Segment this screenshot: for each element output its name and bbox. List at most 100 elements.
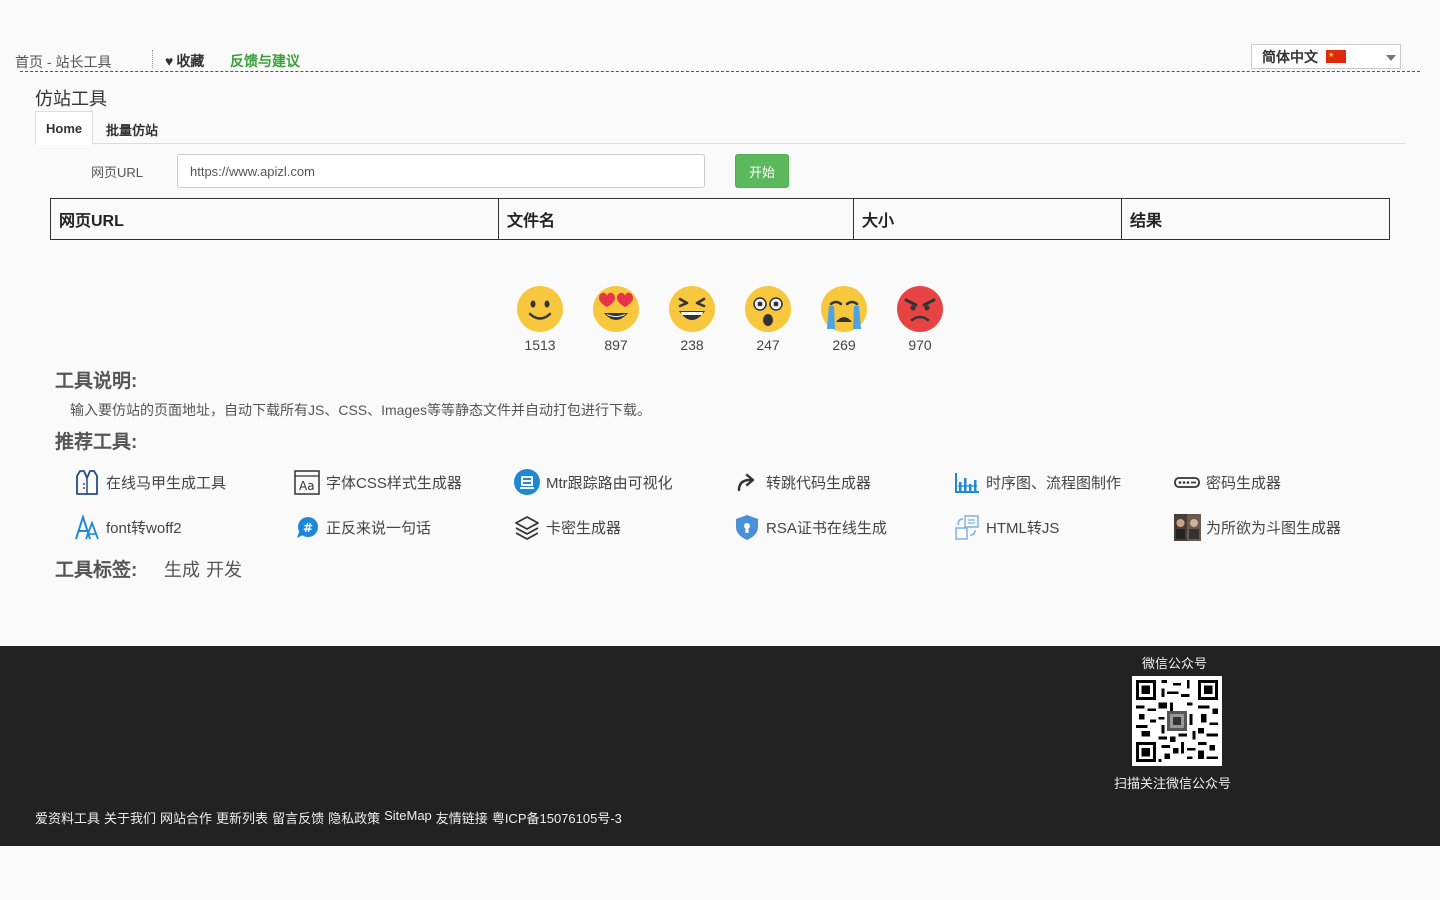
url-label: 网页URL (91, 165, 144, 180)
chat-hash-icon: # (297, 517, 318, 538)
footer-link[interactable]: 更新列表 (216, 808, 268, 827)
reaction-angry[interactable]: 970 (896, 285, 944, 353)
surprised-emoji-icon (745, 286, 791, 332)
breadcrumb[interactable]: 首页 - 站长工具 (15, 52, 111, 72)
laughing-emoji-icon (669, 286, 715, 332)
col-header-result: 结果 (1121, 198, 1390, 240)
tag-list: 生成 开发 (164, 556, 242, 582)
china-flag-icon (1326, 50, 1346, 63)
tag-item[interactable]: 生成 (164, 556, 200, 582)
tool-link-rsa[interactable]: RSA证书在线生成 (732, 511, 952, 543)
reaction-cry[interactable]: 269 (820, 285, 868, 353)
reaction-bar: 1513 897 238 247 269 970 (516, 285, 944, 353)
favorite-label: 收藏 (176, 53, 205, 69)
tool-link-reverse-sentence[interactable]: # 正反来说一句话 (292, 511, 512, 543)
tool-label: HTML转JS (986, 519, 1060, 537)
reaction-laugh[interactable]: 238 (668, 285, 716, 353)
footer-link[interactable]: 爱资料工具 (35, 808, 100, 827)
reaction-count: 970 (908, 337, 932, 353)
redirect-arrow-icon (737, 473, 755, 492)
tag-item[interactable]: 开发 (206, 556, 242, 582)
tool-label: 时序图、流程图制作 (986, 474, 1122, 492)
favorite-button[interactable]: ♥ 收藏 (165, 51, 204, 71)
tab-batch[interactable]: 批量仿站 (96, 111, 168, 144)
start-button[interactable]: 开始 (735, 154, 789, 188)
tool-label: 字体CSS样式生成器 (326, 474, 462, 492)
footer-links: 爱资料工具 关于我们 网站合作 更新列表 留言反馈 隐私政策 SiteMap 友… (35, 808, 622, 827)
tool-link-sequence[interactable]: 时序图、流程图制作 (952, 466, 1172, 498)
heart-icon: ♥ (165, 53, 174, 69)
col-header-url: 网页URL (50, 198, 499, 240)
chevron-down-icon (1386, 55, 1396, 61)
timeline-chart-icon (955, 473, 979, 493)
svg-text:#: # (303, 521, 313, 535)
font-a-icon (75, 513, 99, 540)
tool-link-meme[interactable]: 为所欲为斗图生成器 (1172, 511, 1392, 543)
crying-emoji-icon (821, 286, 867, 332)
tool-label: 为所欲为斗图生成器 (1206, 519, 1342, 537)
password-key-icon (1174, 477, 1200, 488)
tags-heading: 工具标签: (55, 560, 138, 581)
tool-label: Mtr跟踪路由可视化 (546, 474, 673, 492)
wechat-title: 微信公众号 (1142, 656, 1208, 671)
tool-label: 转跳代码生成器 (766, 474, 872, 492)
meme-photo-icon (1174, 514, 1201, 541)
tool-link-password[interactable]: 密码生成器 (1172, 466, 1392, 498)
convert-icon (955, 515, 979, 540)
feedback-link[interactable]: 反馈与建议 (230, 51, 300, 71)
smile-emoji-icon (517, 286, 563, 332)
tab-bar: Home 批量仿站 (35, 111, 1405, 145)
layers-icon (515, 516, 539, 540)
breadcrumb-separator (152, 50, 153, 68)
tool-link-woff2[interactable]: font转woff2 (72, 511, 292, 543)
route-icon (514, 469, 540, 495)
wechat-qr-code (1132, 676, 1222, 766)
url-input[interactable] (177, 154, 705, 188)
footer-link[interactable]: 友情链接 (436, 808, 488, 827)
svg-text:Aa: Aa (299, 479, 315, 493)
footer-link[interactable]: 粤ICP备15076105号-3 (492, 808, 622, 827)
tool-label: 在线马甲生成工具 (106, 474, 227, 492)
recommended-heading: 推荐工具: (55, 432, 138, 453)
tool-label: 密码生成器 (1206, 474, 1282, 492)
tool-label: RSA证书在线生成 (766, 519, 887, 537)
tool-link-html-js[interactable]: HTML转JS (952, 511, 1172, 543)
reaction-surprised[interactable]: 247 (744, 285, 792, 353)
reaction-count: 1513 (524, 337, 556, 353)
col-header-size: 大小 (853, 198, 1122, 240)
language-label: 简体中文 (1262, 48, 1318, 65)
tab-home[interactable]: Home (35, 111, 94, 145)
qr-code-icon (1136, 680, 1218, 762)
wechat-subtitle: 扫描关注微信公众号 (1114, 776, 1232, 791)
vest-icon (76, 470, 98, 495)
col-header-filename: 文件名 (498, 198, 854, 240)
tool-link-vest[interactable]: 在线马甲生成工具 (72, 466, 292, 498)
description-text: 输入要仿站的页面地址，自动下载所有JS、CSS、Images等等静态文件并自动打… (70, 402, 652, 418)
footer-link[interactable]: SiteMap (384, 808, 432, 827)
footer-link[interactable]: 关于我们 (104, 808, 156, 827)
tool-link-card-key[interactable]: 卡密生成器 (512, 511, 732, 543)
recommended-tools: 在线马甲生成工具 Aa 字体CSS样式生成器 Mtr跟踪路由可视化 转跳代码生成… (72, 466, 1392, 543)
tool-label: 正反来说一句话 (326, 519, 432, 537)
reaction-love[interactable]: 897 (592, 285, 640, 353)
reaction-count: 247 (756, 337, 780, 353)
heart-eyes-emoji-icon (593, 286, 639, 332)
tool-label: 卡密生成器 (546, 519, 622, 537)
page-title: 仿站工具 (35, 89, 107, 109)
reaction-count: 269 (832, 337, 856, 353)
footer-link[interactable]: 隐私政策 (328, 808, 380, 827)
tool-link-font-css[interactable]: Aa 字体CSS样式生成器 (292, 466, 512, 498)
angry-emoji-icon (897, 286, 943, 332)
tool-link-redirect[interactable]: 转跳代码生成器 (732, 466, 952, 498)
font-aa-icon: Aa (294, 470, 320, 495)
reaction-count: 897 (604, 337, 628, 353)
footer-link[interactable]: 留言反馈 (272, 808, 324, 827)
tool-label: font转woff2 (106, 519, 182, 537)
language-select[interactable]: 简体中文 (1251, 44, 1401, 69)
reaction-count: 238 (680, 337, 704, 353)
footer-link[interactable]: 网站合作 (160, 808, 212, 827)
shield-icon (736, 515, 758, 540)
tool-link-mtr[interactable]: Mtr跟踪路由可视化 (512, 466, 732, 498)
result-table: 网页URL 文件名 大小 结果 (50, 198, 1390, 240)
reaction-smile[interactable]: 1513 (516, 285, 564, 353)
